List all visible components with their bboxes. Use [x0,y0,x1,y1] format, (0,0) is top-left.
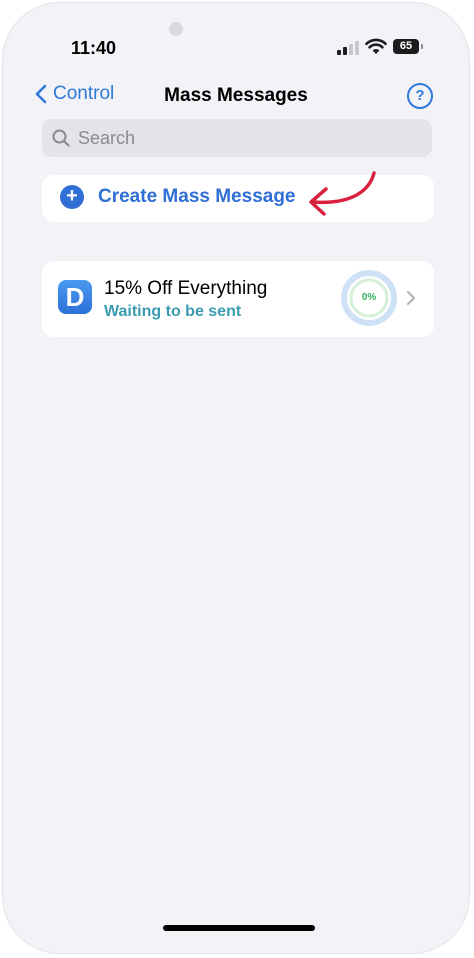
search-bar[interactable] [42,119,432,157]
cellular-signal-icon [337,39,359,55]
wifi-icon [365,38,387,54]
message-status: Waiting to be sent [104,303,242,320]
chevron-left-icon [35,84,47,104]
create-mass-message-label: Create Mass Message [98,186,296,207]
back-button[interactable]: Control [35,83,114,105]
list-item[interactable]: D 15% Off Everything Waiting to be sent … [42,261,434,337]
create-mass-message-button[interactable]: + Create Mass Message [60,185,296,209]
status-bar: 11:40 65 [3,33,469,63]
create-card: + Create Mass Message [42,171,434,222]
phone-screen: 11:40 65 Control Mass Messages ? Search … [2,2,470,954]
curved-arrow-icon [309,171,376,216]
app-icon: D [58,280,92,314]
battery-cap [421,44,423,49]
plus-circle-icon: + [60,185,84,209]
back-label: Control [53,83,115,104]
progress-label: 0% [361,292,377,303]
chevron-right-icon [406,290,416,306]
search-input[interactable] [76,126,400,150]
navigation-bar: Control Mass Messages ? [3,75,469,115]
question-circle-icon[interactable]: ? [407,83,433,109]
message-title: 15% Off Everything [104,278,268,299]
status-time: 11:40 [71,38,117,58]
home-indicator[interactable] [163,925,315,931]
battery-icon: 65 [393,39,419,54]
magnifier-icon [52,129,70,147]
